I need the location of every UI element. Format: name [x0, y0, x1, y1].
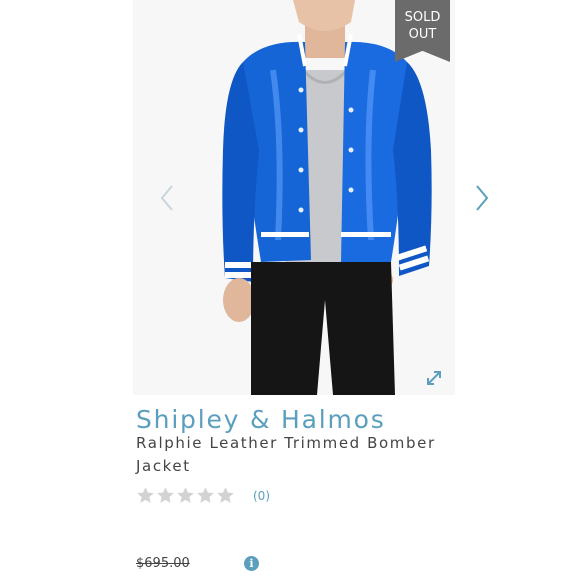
- next-image-button[interactable]: [470, 180, 494, 216]
- star-icon: [177, 487, 194, 503]
- product-title: Ralphie Leather Trimmed Bomber Jacket: [136, 434, 436, 475]
- chevron-right-icon: [476, 185, 489, 211]
- expand-image-button[interactable]: [424, 368, 444, 388]
- brand-name[interactable]: Shipley & Halmos: [136, 405, 386, 434]
- star-icon: [217, 487, 234, 503]
- expand-icon: [427, 371, 441, 385]
- star-icon: [137, 487, 154, 503]
- sold-out-line2: OUT: [408, 27, 437, 42]
- previous-image-button[interactable]: [155, 180, 179, 216]
- product-image[interactable]: [133, 0, 455, 395]
- info-icon[interactable]: i: [244, 556, 259, 571]
- star-rating: [136, 486, 235, 505]
- review-count-link[interactable]: (0): [253, 489, 270, 503]
- chevron-left-icon: [160, 185, 173, 211]
- sold-out-line1: SOLD: [404, 10, 441, 25]
- star-icon: [197, 487, 214, 503]
- rating: (0): [136, 486, 270, 505]
- original-price: $695.00: [136, 556, 190, 571]
- star-icon: [157, 487, 174, 503]
